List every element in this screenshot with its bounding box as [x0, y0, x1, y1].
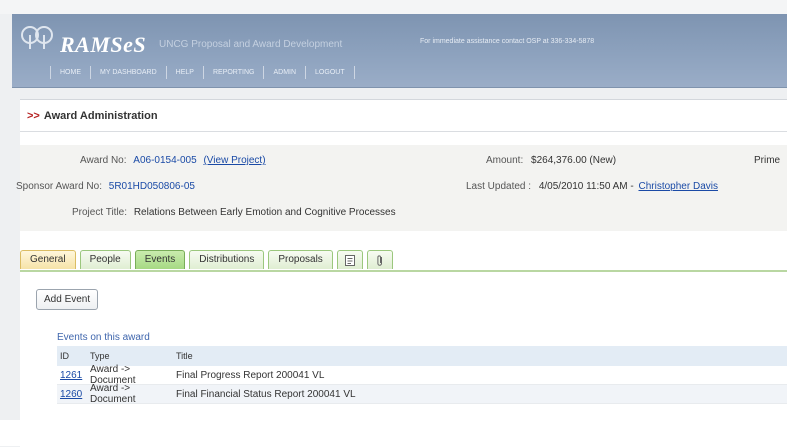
tab-people[interactable]: People	[79, 250, 131, 269]
amount-row: Amount: $264,376.00 (New)	[486, 151, 616, 171]
tab-distributions[interactable]: Distributions	[189, 250, 265, 269]
col-title: Title	[176, 351, 193, 361]
nav-reporting[interactable]: REPORTING	[204, 69, 264, 76]
award-info: Award No: A06-0154-005 (View Project) Am…	[16, 145, 787, 231]
col-type: Type	[90, 351, 110, 361]
app-subtitle: UNCG Proposal and Award Development	[159, 39, 343, 50]
main-panel: >> Award Administration Award No: A06-01…	[16, 99, 787, 447]
view-project-link[interactable]: (View Project)	[203, 155, 265, 166]
prime-label: Prime	[754, 155, 781, 166]
event-title: Final Financial Status Report 200041 VL	[176, 388, 356, 400]
amount-label: Amount:	[486, 155, 524, 166]
award-no-value: A06-0154-005	[133, 155, 197, 166]
contact-info: For immediate assistance contact OSP at …	[420, 38, 595, 45]
app-name: RAMSeS	[60, 32, 147, 57]
project-title-row: Project Title: Relations Between Early E…	[72, 203, 396, 223]
amount-value: $264,376.00 (New)	[531, 155, 617, 166]
event-title: Final Progress Report 200041 VL	[176, 369, 325, 381]
updated-label: Last Updated :	[466, 181, 532, 192]
tab-events[interactable]: Events	[134, 250, 186, 269]
tab-attachments[interactable]	[366, 250, 393, 269]
nav-help[interactable]: HELP	[167, 69, 203, 76]
updated-by-link[interactable]: Christopher Davis	[639, 181, 718, 192]
main-nav: HOME MY DASHBOARD HELP REPORTING ADMIN L…	[50, 64, 355, 80]
tab-bar: General People Events Distributions Prop…	[20, 250, 397, 270]
events-heading: Events on this award	[57, 332, 150, 343]
section-header: >> Award Administration	[20, 100, 787, 132]
tab-general[interactable]: General	[20, 250, 76, 269]
event-id-link[interactable]: 1261	[57, 370, 90, 381]
table-row: 1260 Award -> Document Final Financial S…	[57, 383, 787, 405]
award-no-label: Award No:	[80, 155, 127, 166]
project-title-label: Project Title:	[72, 207, 128, 218]
sponsor-row: Sponsor Award No: 5R01HD050806-05	[16, 177, 195, 197]
nav-home[interactable]: HOME	[51, 69, 90, 76]
logo-icon	[21, 26, 53, 49]
tab-proposals[interactable]: Proposals	[268, 250, 333, 269]
document-icon	[344, 254, 355, 266]
paperclip-icon	[377, 254, 382, 266]
app-header: RAMSeS UNCG Proposal and Award Developme…	[12, 14, 787, 88]
nav-admin[interactable]: ADMIN	[264, 69, 305, 76]
event-type: Award -> Document	[90, 383, 136, 405]
tab-underline	[20, 270, 787, 272]
project-title-value: Relations Between Early Emotion and Cogn…	[133, 207, 396, 218]
nav-separator	[353, 65, 355, 79]
updated-row: Last Updated : 4/05/2010 11:50 AM - Chri…	[466, 177, 718, 197]
sponsor-label: Sponsor Award No:	[16, 181, 102, 192]
nav-logout[interactable]: LOGOUT	[306, 69, 354, 76]
events-table: ID Type Title 1261 Award -> Document Fin…	[57, 346, 787, 405]
col-id: ID	[60, 351, 69, 361]
add-event-button[interactable]: Add Event	[36, 289, 99, 310]
section-title: Award Administration	[43, 109, 158, 122]
top-strip	[0, 0, 787, 14]
tab-documents[interactable]	[336, 250, 363, 269]
sponsor-value: 5R01HD050806-05	[108, 181, 195, 192]
events-table-header: ID Type Title	[57, 346, 787, 366]
section-arrows: >>	[27, 109, 40, 122]
updated-value: 4/05/2010 11:50 AM -	[538, 181, 634, 192]
event-id-link[interactable]: 1260	[57, 389, 90, 400]
page-bottom	[0, 420, 787, 446]
award-no-row: Award No: A06-0154-005 (View Project)	[80, 151, 266, 171]
nav-my-dashboard[interactable]: MY DASHBOARD	[91, 69, 166, 76]
